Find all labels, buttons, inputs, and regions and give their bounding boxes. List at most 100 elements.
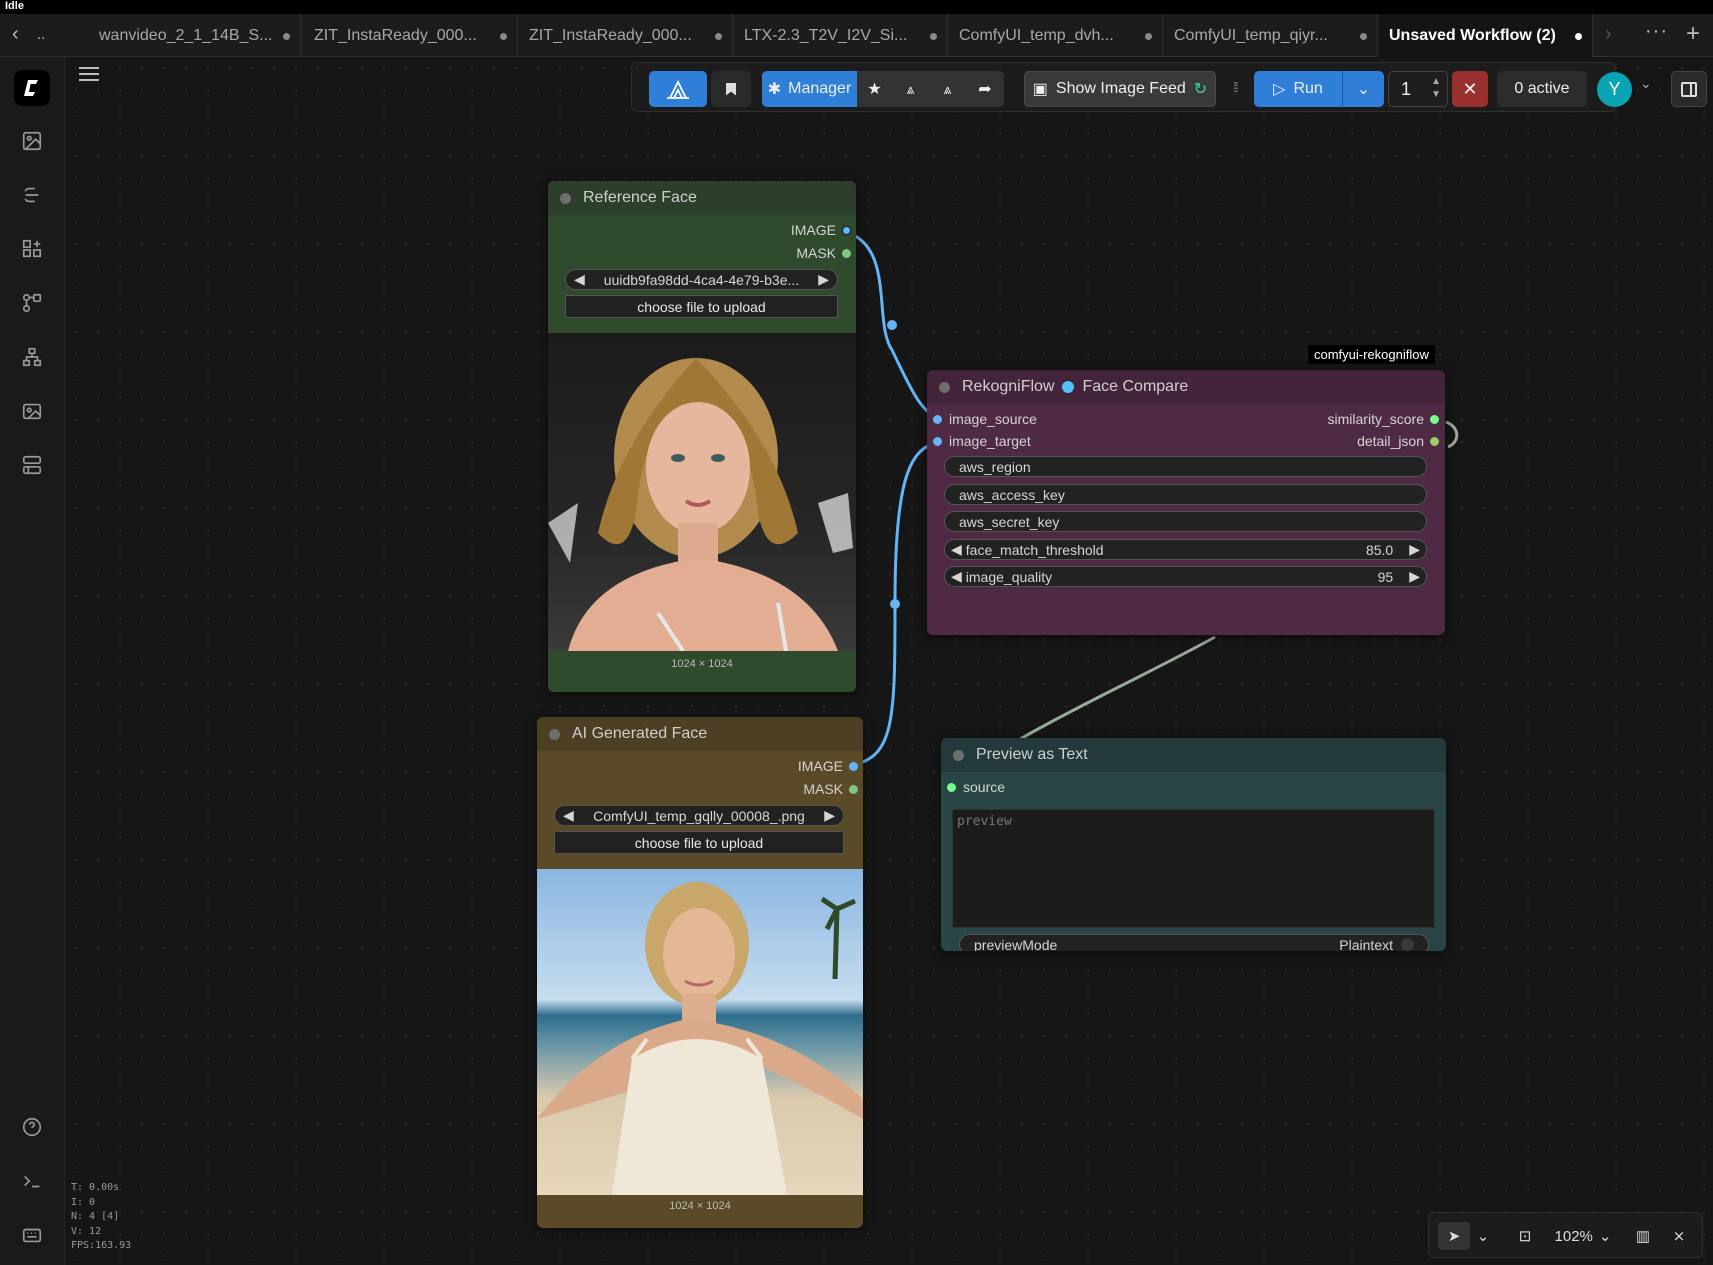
avatar[interactable]: Y [1597, 72, 1632, 107]
bookmark-button[interactable] [711, 71, 751, 107]
tab-ltx[interactable]: LTX-2.3_T2V_I2V_Si... [733, 14, 948, 57]
show-image-feed-button[interactable]: ▣ Show Image Feed ↻ [1024, 71, 1216, 107]
upload-button[interactable]: choose file to upload [554, 831, 844, 854]
collapse-dot[interactable] [560, 192, 571, 204]
tab-comfyui-temp-qiyr[interactable]: ComfyUI_temp_qiyr... [1163, 14, 1378, 57]
apps-icon[interactable] [14, 447, 50, 483]
node-library-icon[interactable] [14, 231, 50, 267]
account-chevron-icon[interactable]: ⌄ [1640, 75, 1652, 92]
arrow-left-icon[interactable]: ◀ [563, 807, 574, 824]
run-options-button[interactable]: ⌄ [1342, 71, 1384, 107]
tab-zit-1[interactable]: ZIT_InstaReady_000... [303, 14, 518, 57]
chevron-down-icon: ⌄ [1356, 81, 1371, 98]
face-match-threshold-stepper[interactable]: ◀ face_match_threshold 85.0 ▶ [944, 539, 1427, 560]
new-tab-icon[interactable]: + [1686, 20, 1700, 48]
tab-wanvideo[interactable]: wanvideo_2_1_14B_S... [88, 14, 301, 57]
output-mask-pin[interactable] [842, 249, 851, 258]
output-image-pin[interactable] [842, 226, 851, 235]
stat-nodes: N: 4 [4] [71, 1211, 120, 1222]
arrow-right-icon[interactable]: ▶ [1409, 568, 1420, 585]
aws-secret-key-field[interactable]: aws_secret_key [944, 511, 1427, 532]
arrow-right-icon[interactable]: ▶ [1409, 541, 1420, 558]
output-image-pin[interactable] [849, 762, 858, 771]
minimap-button[interactable]: ▥ [1629, 1222, 1657, 1250]
tab-unsaved-workflow[interactable]: Unsaved Workflow (2) [1378, 14, 1593, 57]
node-header[interactable]: AI Generated Face [537, 717, 863, 751]
upload-button[interactable]: choose file to upload [565, 295, 838, 318]
link-midpoint [890, 599, 900, 609]
models-icon[interactable] [14, 177, 50, 213]
star-button[interactable]: ★ [857, 71, 892, 107]
arrow-right-icon[interactable]: ▶ [824, 807, 835, 824]
ai-generated-face-node[interactable]: AI Generated Face IMAGE MASK ◀ ComfyUI_t… [537, 717, 863, 1228]
templates-icon[interactable] [14, 339, 50, 375]
terminal-icon[interactable] [14, 1163, 50, 1199]
preview-textarea[interactable] [952, 809, 1435, 928]
node-header[interactable]: RekogniFlow Face Compare [927, 370, 1445, 404]
toggle-knob[interactable] [1401, 938, 1414, 951]
toggle-panel-button[interactable] [1671, 71, 1707, 107]
image-select-value: ComfyUI_temp_gqlly_00008_.png [593, 807, 805, 824]
image-select[interactable]: ◀ ComfyUI_temp_gqlly_00008_.png ▶ [554, 805, 844, 826]
comfy-mode-button[interactable] [649, 71, 707, 107]
fit-view-button[interactable]: ⊡ [1511, 1222, 1539, 1250]
collapse-dot[interactable] [549, 728, 560, 740]
graph-canvas[interactable]: Reference Face IMAGE MASK ◀ uuidb9fa98dd… [65, 57, 1713, 1265]
face-compare-node[interactable]: RekogniFlow Face Compare image_source im… [927, 370, 1445, 635]
output-mask-pin[interactable] [849, 785, 858, 794]
zoom-level: 102% [1554, 1227, 1593, 1245]
graph-button-2[interactable]: ⩓ [929, 71, 966, 107]
arrow-left-icon[interactable]: ◀ [951, 568, 962, 585]
widget-value: Plaintext [1339, 936, 1393, 952]
collapse-dot[interactable] [939, 381, 950, 393]
tabs-next-icon[interactable]: › [1605, 23, 1612, 46]
queue-icon[interactable] [14, 123, 50, 159]
run-button[interactable]: ▷ Run [1254, 71, 1342, 107]
drag-handle-icon[interactable]: ⁞⁞ [1233, 79, 1239, 95]
node-header[interactable]: Preview as Text [941, 738, 1446, 772]
input-image-target-pin[interactable] [933, 437, 942, 446]
aws-region-field[interactable]: aws_region [944, 456, 1427, 477]
more-icon[interactable]: ··· [1645, 20, 1668, 43]
tab-zit-2[interactable]: ZIT_InstaReady_000... [518, 14, 733, 57]
image-quality-stepper[interactable]: ◀ image_quality 95 ▶ [944, 566, 1427, 587]
top-toolbar: ✱ Manager ★ ⩓ ⩓ ➦ ▣ Show Image Feed ↻ ⁞⁞ ▷ R… [631, 62, 1707, 112]
reference-face-node[interactable]: Reference Face IMAGE MASK ◀ uuidb9fa98dd… [548, 181, 856, 692]
aws-access-key-field[interactable]: aws_access_key [944, 484, 1427, 505]
preview-as-text-node[interactable]: Preview as Text source previewMode Plain… [941, 738, 1446, 951]
share-button[interactable]: ➦ [966, 71, 1004, 107]
arrow-right-icon[interactable]: ▶ [818, 271, 829, 288]
graph-button-1[interactable]: ⩓ [892, 71, 929, 107]
output-detail-json-pin[interactable] [1430, 437, 1439, 446]
zoom-level-dropdown[interactable]: 102% ⌄ [1547, 1222, 1619, 1250]
tab-comfyui-temp-dvh[interactable]: ComfyUI_temp_dvh... [948, 14, 1163, 57]
links-layer [845, 230, 1459, 824]
stepper-arrows-icon[interactable]: ▲ ▼ [1431, 75, 1441, 101]
help-icon[interactable] [14, 1109, 50, 1145]
canvas-controls: ➤ ⌄ ⊡ 102% ⌄ ▥ ⨯ [1428, 1212, 1703, 1258]
assets-icon[interactable] [14, 393, 50, 429]
input-image-source-pin[interactable] [933, 415, 942, 424]
input-source-pin[interactable] [947, 783, 956, 792]
image-dimensions: 1024 × 1024 [671, 658, 733, 670]
workflows-icon[interactable] [14, 285, 50, 321]
tabs-back-label[interactable]: .. [37, 26, 45, 43]
keyboard-icon[interactable] [14, 1217, 50, 1253]
queue-count-stepper[interactable]: 1 ▲ ▼ [1388, 71, 1448, 107]
node-header[interactable]: Reference Face [548, 181, 856, 215]
hide-links-button[interactable]: ⨯ [1665, 1222, 1693, 1250]
comfy-logo-icon[interactable] [14, 70, 50, 106]
image-select[interactable]: ◀ uuidb9fa98dd-4ca4-4e79-b3e... ▶ [565, 269, 838, 290]
output-similarity-pin[interactable] [1430, 415, 1439, 424]
input-image-source-label: image_source [949, 411, 1037, 427]
preview-mode-toggle[interactable]: previewMode Plaintext [959, 934, 1429, 951]
arrow-left-icon[interactable]: ◀ [574, 271, 585, 288]
cancel-button[interactable]: ✕ [1452, 71, 1488, 107]
manager-button[interactable]: ✱ Manager [762, 71, 857, 107]
collapse-dot[interactable] [953, 749, 964, 761]
select-mode-button[interactable]: ➤ [1438, 1222, 1470, 1250]
arrow-left-icon[interactable]: ◀ [951, 541, 962, 558]
back-icon[interactable]: ‹ [12, 24, 32, 46]
mode-chevron-icon[interactable]: ⌄ [1473, 1222, 1493, 1250]
active-queue-button[interactable]: 0 active [1497, 71, 1587, 107]
